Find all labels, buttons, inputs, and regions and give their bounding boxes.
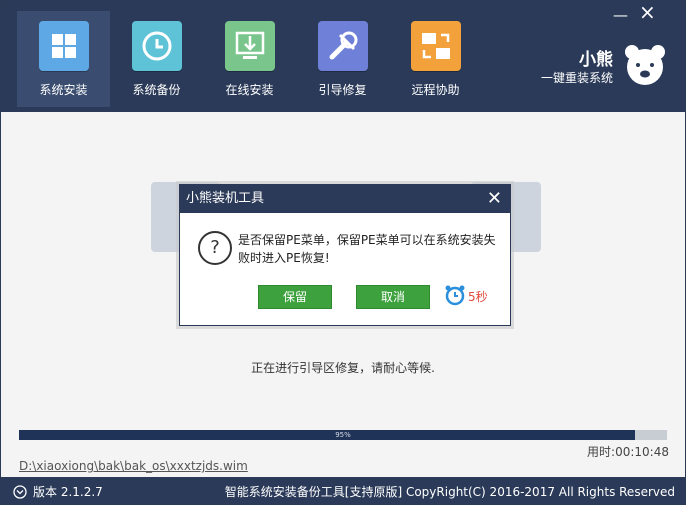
version-label: 版本 2.1.2.7: [33, 485, 103, 499]
cancel-button[interactable]: 取消: [356, 285, 430, 309]
dialog-title: 小熊装机工具: [186, 191, 265, 206]
alarm-clock-icon: [445, 285, 465, 306]
backup-icon: [132, 21, 182, 71]
nav-remote-assist[interactable]: 远程协助: [389, 11, 482, 107]
status-text: 正在进行引导区修复，请耐心等候.: [251, 361, 435, 375]
remote-icon: [411, 21, 461, 71]
download-icon: [225, 21, 275, 71]
keep-button[interactable]: 保留: [258, 285, 332, 309]
dialog-message: 是否保留PE菜单，保留PE菜单可以在系统安装失败时进入PE恢复!: [238, 233, 496, 265]
main-nav: 系统安装 系统备份 在线安装 引导修复 远程协助: [17, 11, 482, 107]
close-icon[interactable]: ✕: [487, 185, 502, 213]
dialog-titlebar: 小熊装机工具 ✕: [180, 185, 510, 213]
app-window: 系统安装 系统备份 在线安装 引导修复 远程协助 — × 小熊 一键重装系统 正…: [0, 0, 686, 505]
file-path-link[interactable]: D:\xiaoxiong\bak\bak_os\xxxtzjds.wim: [19, 459, 248, 473]
nav-label: 系统备份: [132, 83, 181, 97]
wrench-icon: [318, 21, 368, 71]
version-info: 版本 2.1.2.7: [13, 483, 103, 500]
nav-label: 引导修复: [318, 83, 367, 97]
nav-boot-repair[interactable]: 引导修复: [296, 11, 389, 107]
progress-label: 95%: [335, 431, 351, 439]
brand-subtitle: 一键重装系统: [540, 71, 613, 85]
countdown-text: 5秒: [468, 290, 488, 304]
nav-label: 在线安装: [225, 83, 274, 97]
nav-label: 系统安装: [39, 83, 88, 97]
footer-bar: 版本 2.1.2.7 智能系统安装备份工具[支持原版] CopyRight(C)…: [1, 477, 685, 504]
nav-system-install[interactable]: 系统安装: [17, 11, 110, 107]
bear-icon: [625, 45, 665, 85]
brand-logo: 小熊 一键重装系统: [529, 41, 669, 101]
windows-icon: [39, 21, 89, 71]
pe-menu-dialog: 小熊装机工具 ✕ ? 是否保留PE菜单，保留PE菜单可以在系统安装失败时进入PE…: [179, 184, 511, 326]
nav-online-install[interactable]: 在线安装: [203, 11, 296, 107]
nav-system-backup[interactable]: 系统备份: [110, 11, 203, 107]
copyright-text: 智能系统安装备份工具[支持原版] CopyRight(C) 2016-2017 …: [224, 485, 675, 499]
progress-bar: 95%: [19, 430, 667, 440]
header-bar: 系统安装 系统备份 在线安装 引导修复 远程协助 — × 小熊 一键重装系统: [1, 1, 685, 112]
nav-label: 远程协助: [411, 83, 460, 97]
brand-title: 小熊: [579, 50, 613, 70]
question-icon: ?: [198, 231, 232, 265]
minimize-icon[interactable]: —: [613, 7, 628, 23]
close-icon[interactable]: ×: [639, 2, 656, 22]
elapsed-time: 用时:00:10:48: [587, 445, 669, 459]
chevron-down-circle-icon[interactable]: [13, 484, 27, 499]
